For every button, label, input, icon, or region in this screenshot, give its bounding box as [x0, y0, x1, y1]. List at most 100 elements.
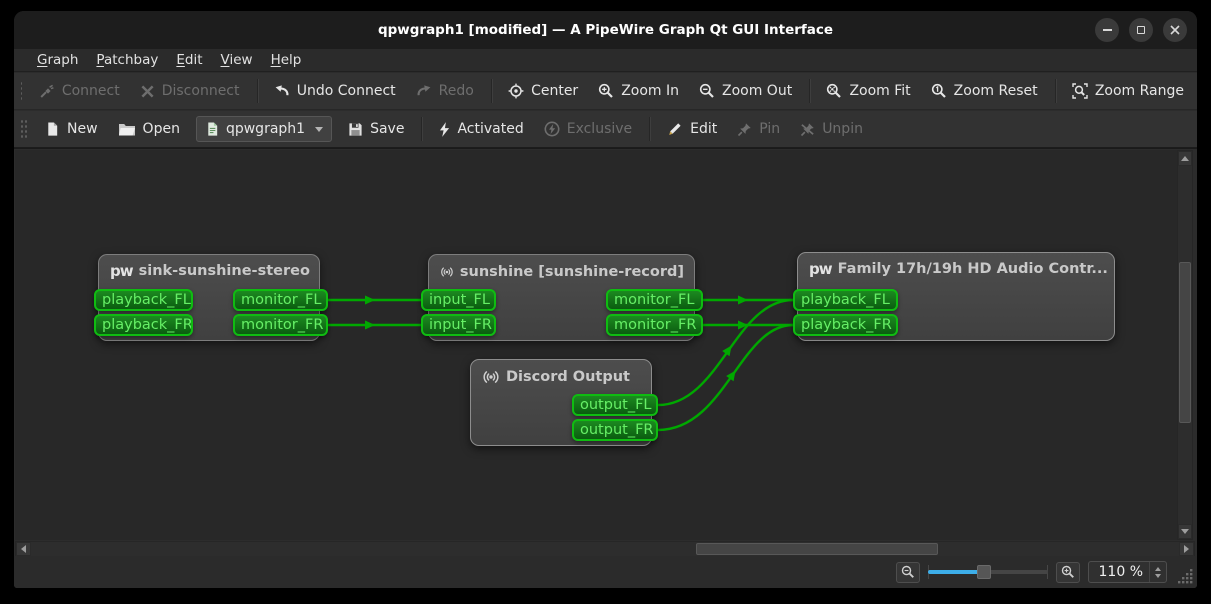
horizontal-scrollbar[interactable]	[15, 541, 1195, 557]
port-playback-fl[interactable]: playback_FL	[94, 289, 193, 311]
menu-patchbay[interactable]: Patchbay	[87, 49, 167, 71]
zoom-slider[interactable]	[928, 562, 1048, 582]
center-button[interactable]: Center	[499, 77, 587, 105]
menu-view[interactable]: View	[212, 49, 262, 71]
maximize-button[interactable]	[1129, 18, 1153, 42]
port-input-fl[interactable]: input_FL	[421, 289, 496, 311]
graph-canvas[interactable]: pw sink-sunshine-stereo playback_FL play…	[15, 150, 1177, 540]
zoom-out-button[interactable]: Zoom Out	[690, 77, 801, 105]
port-playback-fl[interactable]: playback_FL	[793, 289, 898, 311]
zoom-range-button[interactable]: Zoom Range	[1063, 77, 1193, 105]
vertical-scrollbar[interactable]	[1177, 150, 1193, 540]
edit-button[interactable]: Edit	[658, 115, 726, 143]
titlebar[interactable]: qpwgraph1 [modified] — A PipeWire Graph …	[14, 11, 1197, 49]
arrow-left-icon	[21, 545, 26, 553]
port-playback-fr[interactable]: playback_FR	[94, 314, 193, 336]
statusbar-zoom-in-button[interactable]	[1056, 562, 1080, 583]
zoom-range-icon	[1072, 83, 1088, 99]
node-title-text: sunshine [sunshine-record]	[460, 264, 684, 280]
patchbay-file-name: qpwgraph1	[226, 121, 305, 137]
node-header: pw sink-sunshine-stereo	[99, 255, 319, 279]
redo-button[interactable]: Redo	[407, 77, 483, 105]
scroll-down-button[interactable]	[1178, 524, 1192, 539]
chevron-down-icon	[315, 127, 323, 132]
close-icon	[1170, 25, 1180, 35]
port-monitor-fl[interactable]: monitor_FL	[606, 289, 703, 311]
port-output-fl[interactable]: output_FL	[572, 394, 658, 416]
app-window: qpwgraph1 [modified] — A PipeWire Graph …	[14, 11, 1197, 588]
horizontal-scroll-thumb[interactable]	[696, 543, 938, 555]
menu-help[interactable]: Help	[262, 49, 311, 71]
port-monitor-fr[interactable]: monitor_FR	[606, 314, 703, 336]
close-button[interactable]	[1163, 18, 1187, 42]
arrow-right-icon	[1184, 545, 1189, 553]
new-button[interactable]: New	[36, 115, 107, 143]
scroll-up-button[interactable]	[1178, 151, 1192, 166]
exclusive-button[interactable]: Exclusive	[535, 115, 641, 143]
port-input-fr[interactable]: input_FR	[421, 314, 496, 336]
open-button[interactable]: Open	[109, 115, 189, 143]
node-title-text: sink-sunshine-stereo	[139, 263, 310, 279]
toolbar-patchbay: New Open qpwgraph1 Save Activated Exclus…	[14, 111, 1197, 148]
vertical-scroll-thumb[interactable]	[1179, 262, 1191, 423]
zoom-spinbox[interactable]: 110 %	[1088, 561, 1167, 583]
spin-up-icon	[1155, 567, 1161, 571]
zoom-fit-button[interactable]: Zoom Fit	[817, 77, 919, 105]
port-monitor-fr[interactable]: monitor_FR	[233, 314, 328, 336]
undo-connect-button[interactable]: Undo Connect	[265, 77, 405, 105]
minimize-button[interactable]	[1095, 18, 1119, 42]
unpin-button[interactable]: Unpin	[791, 115, 872, 143]
maximize-icon	[1137, 26, 1145, 34]
broadcast-icon	[440, 263, 454, 281]
disconnect-button[interactable]: Disconnect	[131, 77, 249, 105]
toolbar-drag-handle[interactable]	[20, 80, 22, 102]
statusbar-zoom-out-button[interactable]	[896, 562, 920, 583]
menu-graph[interactable]: Graph	[28, 49, 87, 71]
save-button[interactable]: Save	[339, 115, 413, 143]
toolbar-main: Connect Disconnect Undo Connect Redo Cen…	[14, 73, 1197, 110]
zoom-fit-icon	[826, 83, 842, 99]
save-icon	[348, 122, 363, 137]
arrow-down-icon	[1181, 529, 1189, 534]
pipewire-icon: pw	[809, 262, 832, 277]
node-header: Discord Output	[471, 360, 651, 386]
node-title-text: Discord Output	[506, 369, 630, 385]
port-playback-fr[interactable]: playback_FR	[793, 314, 898, 336]
lightning-icon	[439, 122, 450, 137]
desktop: qpwgraph1 [modified] — A PipeWire Graph …	[0, 0, 1211, 604]
broadcast-icon	[482, 368, 500, 386]
zoom-in-icon	[598, 83, 614, 99]
menubar: Graph Patchbay Edit View Help	[14, 49, 1197, 72]
window-controls	[1095, 18, 1187, 42]
connect-icon	[39, 83, 55, 99]
zoom-in-button[interactable]: Zoom In	[589, 77, 688, 105]
zoom-value: 110 %	[1089, 564, 1149, 580]
toolbar-separator	[649, 117, 650, 141]
minimize-icon	[1103, 29, 1112, 31]
menu-edit[interactable]: Edit	[167, 49, 211, 71]
node-title-text: Family 17h/19h HD Audio Contr...	[838, 261, 1108, 277]
scroll-right-button[interactable]	[1179, 542, 1194, 556]
spinbox-arrows[interactable]	[1149, 562, 1166, 582]
port-monitor-fl[interactable]: monitor_FL	[233, 289, 328, 311]
zoom-out-icon	[901, 565, 915, 579]
connect-button[interactable]: Connect	[30, 77, 129, 105]
toolbar-drag-handle[interactable]	[20, 118, 28, 140]
pin-button[interactable]: Pin	[728, 115, 789, 143]
resize-grip[interactable]	[1176, 567, 1194, 585]
zoom-reset-button[interactable]: Zoom Reset	[922, 77, 1047, 105]
undo-icon	[274, 83, 290, 99]
patchbay-file-icon	[205, 121, 220, 137]
port-output-fr[interactable]: output_FR	[572, 419, 658, 441]
disconnect-icon	[140, 84, 155, 99]
redo-icon	[416, 83, 432, 99]
zoom-slider-handle[interactable]	[977, 565, 991, 579]
scroll-left-button[interactable]	[16, 542, 31, 556]
activated-button[interactable]: Activated	[430, 115, 532, 143]
patchbay-file-combo[interactable]: qpwgraph1	[196, 116, 332, 142]
connections-layer	[15, 150, 1177, 540]
connection-arrow	[365, 296, 375, 305]
node-header: sunshine [sunshine-record]	[429, 255, 694, 281]
circled-lightning-icon	[544, 121, 560, 137]
zoom-out-icon	[699, 83, 715, 99]
